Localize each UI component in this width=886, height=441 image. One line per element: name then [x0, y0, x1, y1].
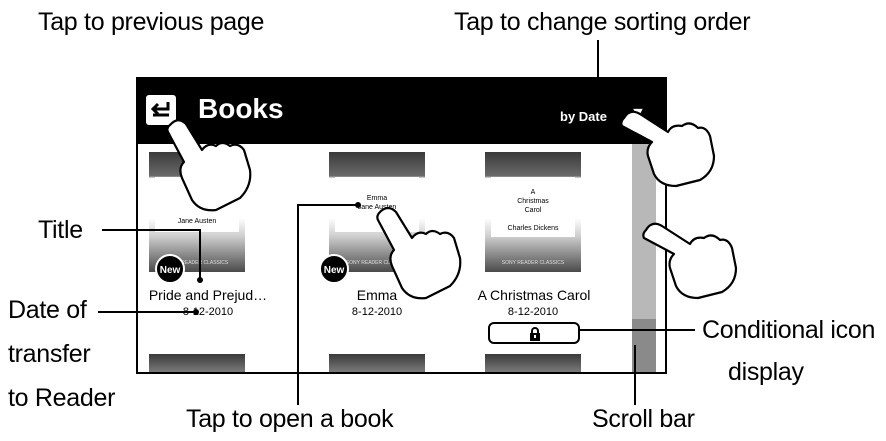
- callout-open-book: Tap to open a book: [186, 405, 394, 433]
- book-cover[interactable]: A Christmas Carol Charles Dickens SONY R…: [485, 152, 581, 272]
- back-arrow-icon: [150, 102, 170, 117]
- callout-conditional-line2: display: [728, 358, 804, 386]
- callout-title: Title: [38, 216, 83, 244]
- header-bar: Books by Date ▼: [138, 79, 665, 144]
- callout-conditional-line1: Conditional icon: [702, 316, 876, 344]
- book-cover[interactable]: [329, 354, 425, 372]
- callout-sorting-order: Tap to change sorting order: [454, 8, 751, 36]
- book-title: Pride and Prejud…: [148, 287, 268, 303]
- callout-date-line3: to Reader: [8, 384, 116, 412]
- book-title: Emma: [356, 287, 398, 303]
- cover-footer: SONY READER CLASSICS: [345, 260, 409, 266]
- callout-previous-page: Tap to previous page: [38, 8, 265, 36]
- book-cover[interactable]: Jane Austen SONY READER CLASSICS: [149, 152, 245, 272]
- scroll-thumb[interactable]: [632, 319, 656, 372]
- callout-date-line1: Date of: [8, 296, 87, 324]
- new-badge: New: [319, 254, 349, 284]
- cover-author: Jane Austen: [177, 218, 217, 225]
- page-title: Books: [198, 93, 284, 124]
- cover-text: Emma Jane Austen: [335, 177, 419, 232]
- book-date: 8-12-2010: [182, 306, 234, 318]
- book-cover[interactable]: Emma Jane Austen SONY READER CLASSICS: [329, 152, 425, 272]
- book-cover[interactable]: [485, 354, 581, 372]
- callout-scroll-bar: Scroll bar: [592, 405, 695, 433]
- cover-title-text: A Christmas Carol Charles Dickens: [507, 189, 559, 232]
- book-date: 8-12-2010: [507, 306, 559, 318]
- book-date: 8-12-2010: [351, 306, 403, 318]
- new-badge: New: [155, 254, 185, 284]
- reader-screen: Books by Date ▼ Jane Austen SONY READER …: [136, 77, 667, 374]
- book-title: A Christmas Carol: [477, 287, 591, 303]
- cover-text: A Christmas Carol Charles Dickens: [491, 177, 575, 237]
- conditional-icon-box: [488, 322, 580, 344]
- cover-title-text: Emma Jane Austen: [357, 195, 397, 211]
- book-cover[interactable]: [149, 354, 245, 372]
- lock-icon: [530, 327, 540, 341]
- callout-date-line2: transfer: [8, 340, 91, 368]
- sort-button[interactable]: by Date: [560, 109, 607, 124]
- sort-dropdown-icon[interactable]: ▼: [630, 105, 646, 123]
- scroll-bar[interactable]: [625, 144, 663, 372]
- cover-footer: SONY READER CLASSICS: [501, 260, 565, 266]
- cover-text: Jane Austen: [155, 177, 239, 232]
- back-button[interactable]: [146, 95, 176, 125]
